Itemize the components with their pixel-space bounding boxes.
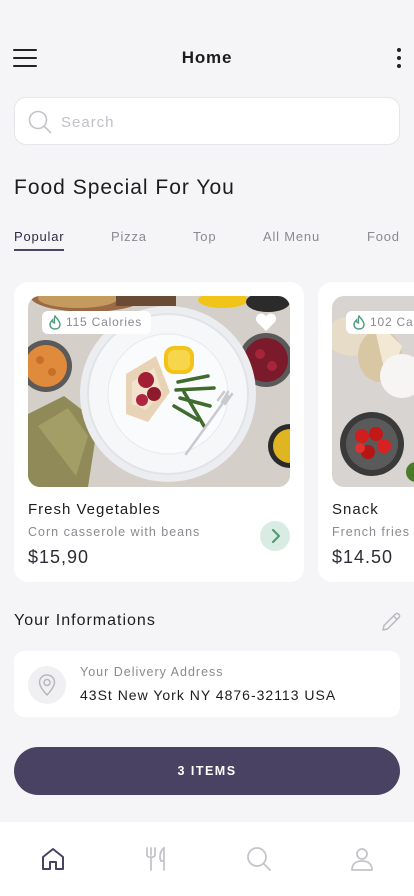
pencil-icon[interactable]	[380, 611, 402, 633]
heart-icon[interactable]	[255, 312, 277, 332]
food-description: Corn casserole with beans	[28, 525, 201, 539]
flame-icon	[353, 315, 365, 330]
section-title: Food Special For You	[14, 176, 235, 199]
address-value: 43St New York NY 4876-32113 USA	[80, 687, 337, 703]
food-card[interactable]: 115 Calories Fresh Vegetables Corn casse…	[14, 282, 304, 582]
tab-top[interactable]: Top	[193, 229, 216, 244]
food-price: $15,90	[28, 547, 90, 567]
calories-badge: 115 Calories	[42, 311, 152, 334]
location-pin-icon	[28, 666, 66, 704]
search-input[interactable]	[61, 110, 381, 134]
calories-text: 115 Calories	[66, 315, 143, 329]
address-label: Your Delivery Address	[80, 665, 224, 679]
food-image: 102 Calories	[332, 296, 414, 487]
cart-items-button[interactable]: 3 ITEMS	[14, 747, 400, 795]
calories-badge: 102 Calories	[346, 311, 414, 334]
fork-knife-icon[interactable]	[142, 845, 170, 873]
page-title: Home	[181, 48, 233, 67]
delivery-address-card[interactable]: Your Delivery Address 43St New York NY 4…	[14, 651, 400, 717]
tab-food[interactable]: Food	[367, 229, 400, 244]
search-icon	[28, 110, 52, 134]
search-box	[14, 97, 400, 145]
vertical-dots-icon[interactable]	[394, 46, 404, 70]
category-tabs: Popular Pizza Top All Menu Food	[14, 229, 414, 255]
bottom-nav	[0, 822, 414, 896]
chevron-right-icon	[271, 528, 281, 544]
food-name: Fresh Vegetables	[28, 501, 161, 518]
food-card[interactable]: 102 Calories Snack French fries $14.50	[318, 282, 414, 582]
food-description: French fries	[332, 525, 410, 539]
view-item-button[interactable]	[260, 521, 290, 551]
food-image: 115 Calories	[28, 296, 290, 487]
user-icon[interactable]	[348, 845, 376, 873]
info-section-title: Your Informations	[14, 612, 156, 629]
food-name: Snack	[332, 501, 379, 518]
home-icon[interactable]	[39, 845, 67, 873]
flame-icon	[49, 315, 61, 330]
tab-all-menu[interactable]: All Menu	[263, 229, 320, 244]
search-icon[interactable]	[245, 845, 273, 873]
tab-popular[interactable]: Popular	[14, 229, 65, 251]
calories-text: 102 Calories	[370, 315, 414, 329]
food-price: $14.50	[332, 547, 394, 567]
tab-pizza[interactable]: Pizza	[111, 229, 147, 244]
top-bar: Home	[0, 40, 414, 76]
food-carousel[interactable]: 115 Calories Fresh Vegetables Corn casse…	[0, 282, 414, 582]
